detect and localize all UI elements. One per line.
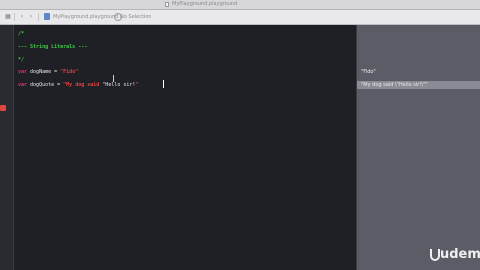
window-title: MyPlayground.playground [172,1,238,7]
code-editor[interactable]: /* --- String Literals --- */ var dogName =… [14,25,355,270]
code-line[interactable]: var dogQuote = "My dog said "Hello sir!" [18,81,138,89]
results-sidebar: "Fido" "My dog said \"Hello sir!\"" [356,25,480,270]
udemy-wordmark: udemy [440,247,480,262]
code-line[interactable]: /* [18,30,24,38]
gutter [0,25,14,270]
playground-file-icon [44,13,50,20]
code-token: */ [18,57,25,63]
breadcrumb-selection[interactable]: No Selection [120,12,170,22]
code-token: "Hello sir! [102,82,136,88]
code-token: "My dog said [63,82,103,88]
code-line[interactable]: var dogName = "Fido" [18,68,78,76]
code-token: dogName = [27,69,61,75]
jump-bar: ▦ ‹ › MyPlayground.playground No Selecti… [0,10,480,25]
divider [14,13,15,21]
forward-arrow-icon[interactable]: › [27,12,35,21]
back-arrow-icon[interactable]: ‹ [18,12,26,21]
code-token: dogQuote = [27,82,64,88]
code-line[interactable]: */ [18,56,24,64]
udemy-logo: udemy [430,246,480,264]
code-token: "Fido" [60,69,79,75]
document-icon [165,2,169,7]
result-value[interactable]: "My dog said \"Hello sir!\"" [361,81,471,89]
breakpoint-marker-icon[interactable] [0,105,6,111]
code-token: /* [18,31,25,37]
code-token: var [18,69,28,75]
code-token: --- String Literals --- [18,44,88,50]
text-caret [163,80,164,88]
code-token: " [135,82,139,88]
xcode-playground-window: MyPlayground.playground ▦ ‹ › MyPlaygrou… [0,0,480,270]
code-token: var [18,82,28,88]
code-line[interactable]: --- String Literals --- [18,43,87,51]
result-value[interactable]: "Fido" [361,68,376,76]
udemy-u-mark [430,249,440,261]
title-bar: MyPlayground.playground [0,0,480,10]
divider [38,13,39,21]
grid-icon[interactable]: ▦ [4,12,12,21]
